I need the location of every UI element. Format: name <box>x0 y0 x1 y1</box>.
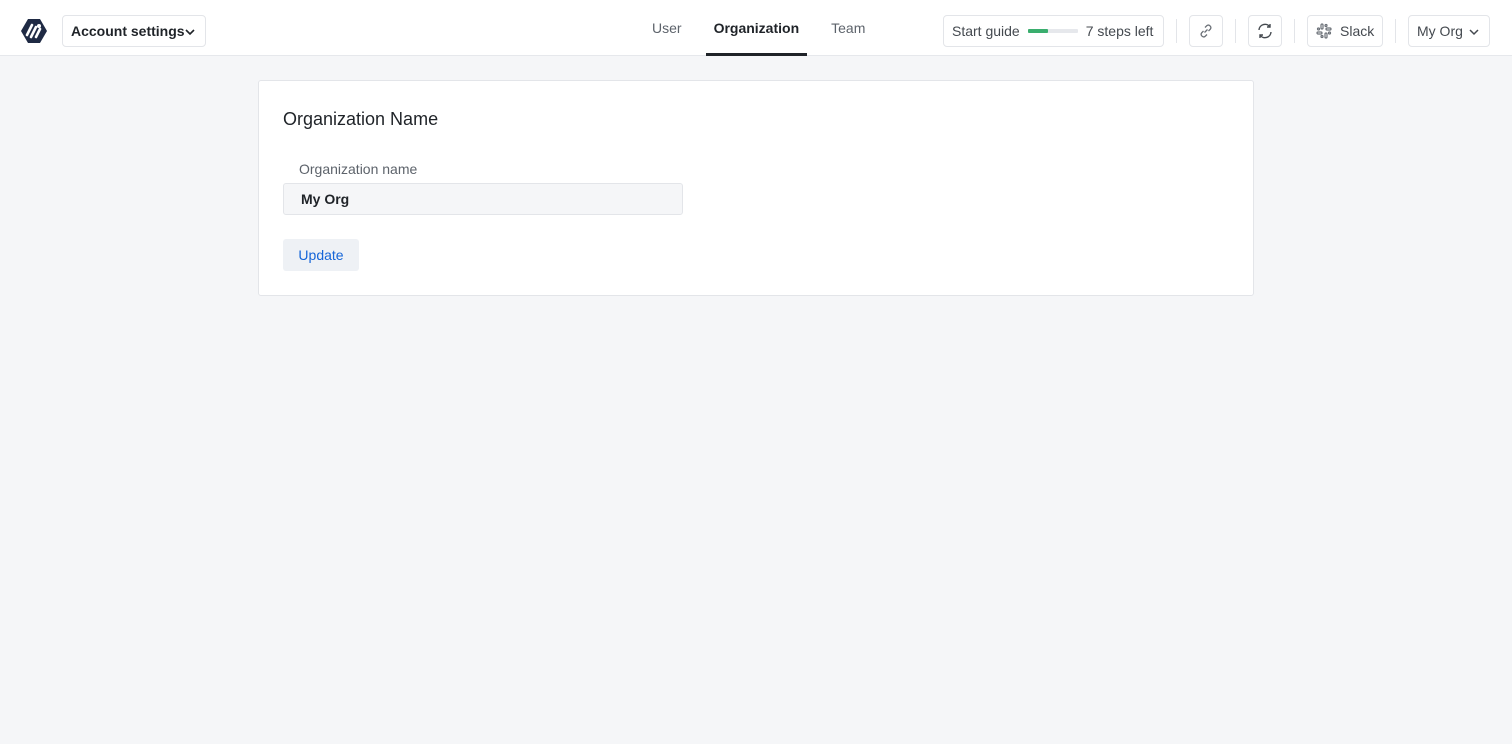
tab-team-label: Team <box>831 20 866 36</box>
tab-user[interactable]: User <box>644 0 690 56</box>
start-guide-progress-bar <box>1027 29 1078 33</box>
top-navigation-bar: Account settings User Organization Team … <box>0 0 1512 56</box>
organization-switcher-dropdown[interactable]: My Org <box>1408 15 1490 47</box>
link-icon <box>1200 24 1212 38</box>
steps-left-text: 7 steps left <box>1085 23 1154 39</box>
refresh-icon <box>1258 23 1272 39</box>
refresh-button[interactable] <box>1248 15 1282 47</box>
brand-logo-icon[interactable] <box>21 19 47 43</box>
tab-team[interactable]: Team <box>823 0 873 56</box>
divider <box>1235 19 1236 43</box>
slack-icon <box>1316 23 1332 39</box>
chevron-down-icon <box>185 29 195 36</box>
chevron-down-icon <box>1469 29 1479 36</box>
settings-tabs: User Organization Team <box>640 0 889 56</box>
account-settings-label: Account settings <box>71 23 185 39</box>
divider <box>1294 19 1295 43</box>
tab-user-label: User <box>652 20 682 36</box>
account-settings-dropdown[interactable]: Account settings <box>62 15 206 47</box>
section-title: Organization Name <box>283 109 439 129</box>
organization-name-label: Organization name <box>299 161 418 177</box>
copy-link-button[interactable] <box>1189 15 1223 47</box>
start-guide-button[interactable]: Start guide 7 steps left <box>943 15 1164 47</box>
start-guide-progress-fill <box>1027 29 1048 33</box>
tab-organization-label: Organization <box>713 20 800 36</box>
divider <box>1176 19 1177 43</box>
divider <box>1395 19 1396 43</box>
organization-switcher-label: My Org <box>1417 23 1463 39</box>
organization-name-card: Organization Name Organization name Upda… <box>258 80 1254 296</box>
start-guide-label: Start guide <box>952 23 1020 39</box>
organization-name-input[interactable] <box>283 183 683 215</box>
slack-label: Slack <box>1340 23 1375 39</box>
update-button[interactable]: Update <box>283 239 359 271</box>
tab-organization[interactable]: Organization <box>705 0 808 56</box>
slack-button[interactable]: Slack <box>1307 15 1383 47</box>
